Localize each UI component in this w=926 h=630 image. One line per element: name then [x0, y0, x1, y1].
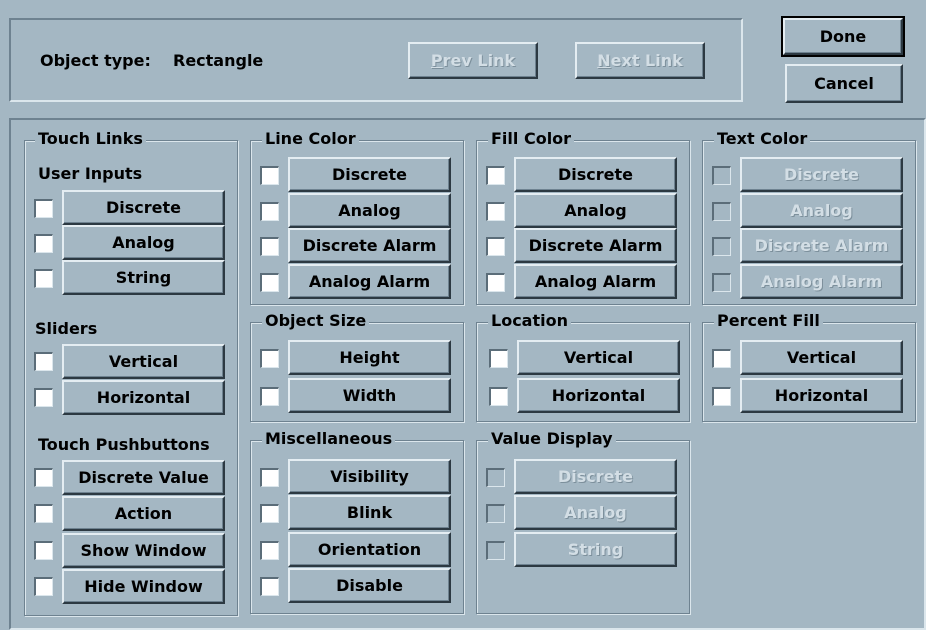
line-discrete-alarm-checkbox[interactable] — [260, 237, 279, 256]
pushbuttons-title: Touch Pushbuttons — [38, 435, 210, 454]
fill-analog-button[interactable]: Analog — [514, 193, 677, 228]
vd-string-button: String — [514, 532, 677, 567]
line-analog-button[interactable]: Analog — [288, 193, 451, 228]
pb-show-window-button[interactable]: Show Window — [62, 533, 225, 568]
cancel-button[interactable]: Cancel — [785, 64, 903, 103]
ui-string-button[interactable]: String — [62, 260, 225, 295]
ui-string-checkbox[interactable] — [34, 269, 53, 288]
slider-vertical-checkbox[interactable] — [34, 352, 53, 371]
line-analog-alarm-checkbox[interactable] — [260, 273, 279, 292]
vd-analog-button: Analog — [514, 495, 677, 530]
slider-horizontal-button[interactable]: Horizontal — [62, 380, 225, 415]
loc-vertical-checkbox[interactable] — [489, 349, 508, 368]
line-analog-alarm-button[interactable]: Analog Alarm — [288, 264, 451, 299]
fill-analog-checkbox[interactable] — [486, 202, 505, 221]
line-discrete-alarm-button[interactable]: Discrete Alarm — [288, 228, 451, 263]
ui-analog-button[interactable]: Analog — [62, 225, 225, 260]
misc-orientation-checkbox[interactable] — [260, 541, 279, 560]
pf-horizontal-button[interactable]: Horizontal — [740, 378, 903, 413]
size-height-checkbox[interactable] — [260, 349, 279, 368]
prev-link-label: rev Link — [442, 51, 516, 70]
sliders-title: Sliders — [35, 319, 98, 338]
object-type-label: Object type: — [40, 51, 151, 70]
next-link-button[interactable]: Next Link — [575, 42, 705, 79]
text-discrete-checkbox — [712, 166, 731, 185]
object-size-title: Object Size — [262, 312, 370, 330]
slider-vertical-button[interactable]: Vertical — [62, 344, 225, 379]
fill-discrete-alarm-checkbox[interactable] — [486, 237, 505, 256]
pf-vertical-button[interactable]: Vertical — [740, 340, 903, 375]
loc-vertical-button[interactable]: Vertical — [517, 340, 680, 375]
misc-visibility-button[interactable]: Visibility — [288, 459, 451, 494]
object-type-value: Rectangle — [173, 51, 264, 70]
text-analog-checkbox — [712, 202, 731, 221]
miscellaneous-title: Miscellaneous — [262, 430, 396, 448]
vd-string-checkbox — [486, 541, 505, 560]
pb-hide-window-button[interactable]: Hide Window — [62, 569, 225, 604]
text-analog-alarm-button: Analog Alarm — [740, 264, 903, 299]
pf-vertical-checkbox[interactable] — [712, 349, 731, 368]
done-button[interactable]: Done — [781, 16, 905, 57]
fill-discrete-button[interactable]: Discrete — [514, 157, 677, 192]
misc-blink-checkbox[interactable] — [260, 504, 279, 523]
text-discrete-button: Discrete — [740, 157, 903, 192]
misc-visibility-checkbox[interactable] — [260, 468, 279, 487]
text-discrete-alarm-button: Discrete Alarm — [740, 228, 903, 263]
pb-discrete-value-button[interactable]: Discrete Value — [62, 460, 225, 495]
fill-analog-alarm-checkbox[interactable] — [486, 273, 505, 292]
ui-discrete-button[interactable]: Discrete — [62, 190, 225, 225]
next-link-mnemonic: N — [597, 51, 611, 70]
fill-discrete-checkbox[interactable] — [486, 166, 505, 185]
vd-discrete-checkbox — [486, 468, 505, 487]
misc-disable-checkbox[interactable] — [260, 577, 279, 596]
fill-color-title: Fill Color — [488, 130, 575, 148]
pb-discrete-value-checkbox[interactable] — [34, 468, 53, 487]
text-discrete-alarm-checkbox — [712, 237, 731, 256]
pb-action-button[interactable]: Action — [62, 496, 225, 531]
text-analog-alarm-checkbox — [712, 273, 731, 292]
line-color-title: Line Color — [262, 130, 359, 148]
misc-orientation-button[interactable]: Orientation — [288, 532, 451, 567]
percent-fill-title: Percent Fill — [714, 312, 823, 330]
text-color-title: Text Color — [714, 130, 811, 148]
size-width-button[interactable]: Width — [288, 378, 451, 413]
loc-horizontal-button[interactable]: Horizontal — [517, 378, 680, 413]
touch-links-title: Touch Links — [35, 130, 146, 148]
ui-analog-checkbox[interactable] — [34, 234, 53, 253]
vd-analog-checkbox — [486, 504, 505, 523]
line-discrete-checkbox[interactable] — [260, 166, 279, 185]
text-analog-button: Analog — [740, 193, 903, 228]
pb-show-window-checkbox[interactable] — [34, 541, 53, 560]
user-inputs-title: User Inputs — [38, 164, 143, 183]
pf-horizontal-checkbox[interactable] — [712, 387, 731, 406]
fill-analog-alarm-button[interactable]: Analog Alarm — [514, 264, 677, 299]
value-display-title: Value Display — [488, 430, 616, 448]
slider-horizontal-checkbox[interactable] — [34, 388, 53, 407]
prev-link-mnemonic: P — [430, 51, 443, 70]
vd-discrete-button: Discrete — [514, 459, 677, 494]
prev-link-button[interactable]: Prev Link — [408, 42, 538, 79]
ui-discrete-checkbox[interactable] — [34, 199, 53, 218]
loc-horizontal-checkbox[interactable] — [489, 387, 508, 406]
line-analog-checkbox[interactable] — [260, 202, 279, 221]
fill-discrete-alarm-button[interactable]: Discrete Alarm — [514, 228, 677, 263]
next-link-label: ext Link — [610, 51, 683, 70]
pb-action-checkbox[interactable] — [34, 504, 53, 523]
location-title: Location — [488, 312, 571, 330]
misc-disable-button[interactable]: Disable — [288, 568, 451, 603]
line-discrete-button[interactable]: Discrete — [288, 157, 451, 192]
size-height-button[interactable]: Height — [288, 340, 451, 375]
pb-hide-window-checkbox[interactable] — [34, 577, 53, 596]
misc-blink-button[interactable]: Blink — [288, 495, 451, 530]
size-width-checkbox[interactable] — [260, 387, 279, 406]
